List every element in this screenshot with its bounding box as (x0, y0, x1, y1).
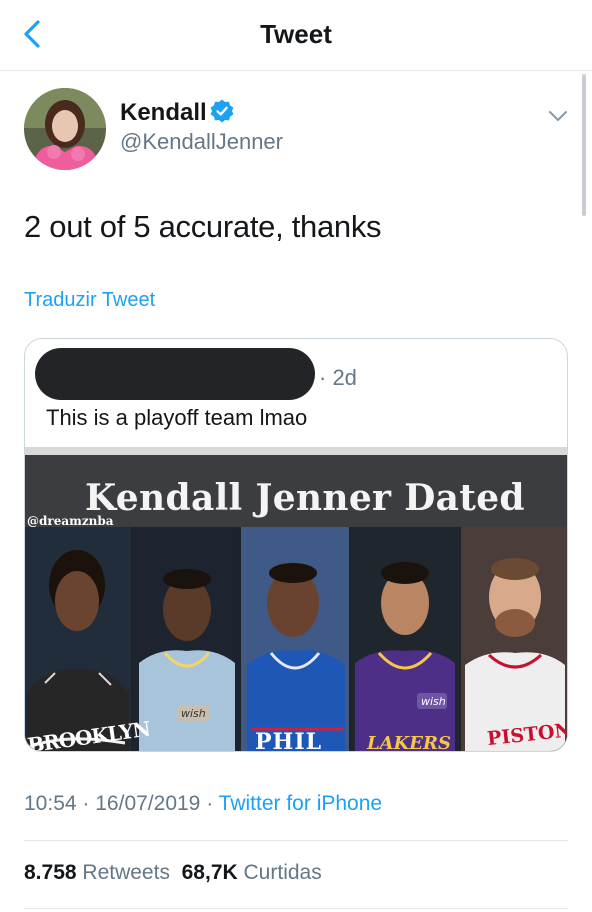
quoted-tweet-time: · 2d (319, 365, 357, 390)
translate-tweet-link[interactable]: Traduzir Tweet (24, 289, 155, 312)
page-title: Tweet (260, 19, 332, 49)
tweet-time: 10:54 (24, 792, 77, 815)
tweet-stats: 8.758 Retweets 68,7K Curtidas (24, 861, 322, 885)
author-handle[interactable]: @KendallJenner (120, 129, 283, 155)
tweet-text: 2 out of 5 accurate, thanks (24, 209, 382, 244)
chevron-down-icon[interactable] (544, 106, 572, 126)
jersey-label-phil: PHIL (255, 729, 323, 752)
likes-label: Curtidas (243, 861, 322, 884)
tweet-source-link[interactable]: Twitter for iPhone (219, 792, 382, 815)
likes-stat[interactable]: 68,7K Curtidas (182, 861, 322, 884)
tweet-meta: 10:54 · 16/07/2019 · Twitter for iPhone (24, 792, 382, 816)
quoted-tweet[interactable]: · 2d This is a playoff team lmao Kendall… (24, 338, 568, 752)
retweets-label: Retweets (82, 861, 170, 884)
top-bar: Tweet (0, 0, 592, 71)
tweet-date: 16/07/2019 (95, 792, 201, 815)
image-title: Kendall Jenner Dated (85, 477, 525, 519)
meta-separator: · (206, 792, 214, 815)
meta-separator: · (82, 792, 90, 815)
jersey-label-wish-2: wish (421, 695, 446, 708)
jersey-label-wish-1: wish (181, 707, 206, 720)
divider (24, 840, 568, 841)
redacted-author (35, 348, 315, 400)
avatar[interactable] (24, 88, 106, 170)
author-name[interactable]: Kendall (120, 99, 207, 127)
quoted-tweet-text: This is a playoff team lmao (46, 405, 308, 430)
image-watermark: @dreamznba (27, 514, 114, 528)
jersey-label-lakers: LAKERS (367, 733, 451, 752)
likes-count: 68,7K (181, 861, 238, 884)
retweets-count: 8.758 (24, 861, 77, 884)
verified-badge-icon (210, 99, 234, 123)
quoted-tweet-image[interactable]: Kendall Jenner Dated @dreamznba BROOKLYN… (25, 447, 567, 751)
divider (24, 908, 568, 909)
retweets-stat[interactable]: 8.758 Retweets (24, 861, 170, 884)
scrollbar[interactable] (582, 74, 586, 216)
